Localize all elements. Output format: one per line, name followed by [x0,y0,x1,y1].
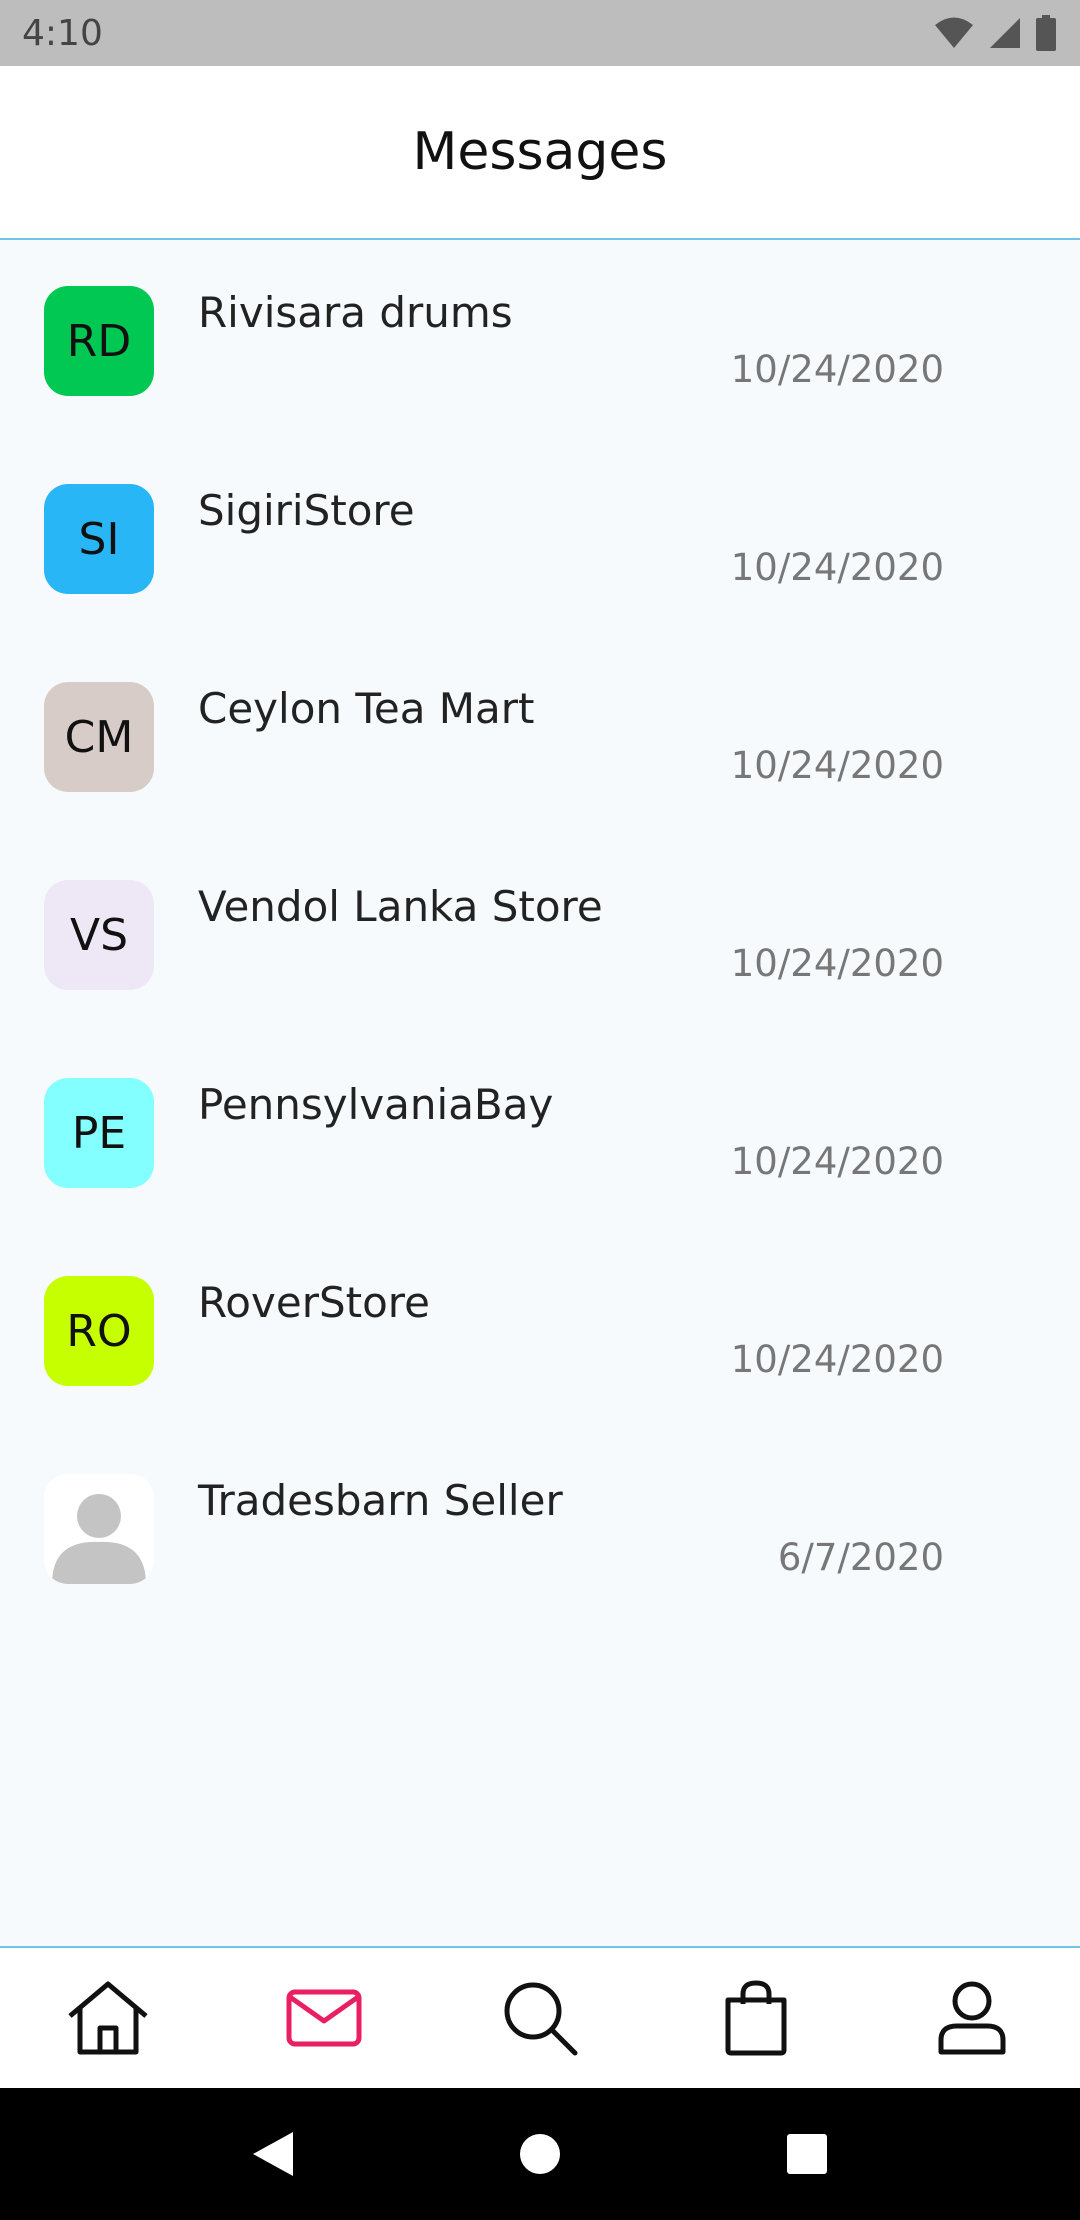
status-time: 4:10 [22,12,103,54]
conversation-name: PennsylvaniaBay [198,1080,554,1129]
conversation-name: Vendol Lanka Store [198,882,603,931]
search-icon [504,1982,578,2056]
avatar: SI [44,484,154,594]
nav-cart-button[interactable] [696,1958,816,2078]
home-circle-icon [519,2134,560,2174]
user-icon [938,1981,1006,2055]
nav-home-button[interactable] [48,1958,168,2078]
mail-icon [286,1989,362,2047]
avatar-initials: VS [69,909,129,961]
nav-profile-button[interactable] [912,1958,1032,2078]
status-bar: 4:10 [0,0,1080,66]
app-header: Messages [0,66,1080,240]
avatar-initials: RD [66,315,132,367]
conversation-list: RD Rivisara drums 10/24/2020 SI SigiriSt… [0,240,1080,1626]
conversation-date: 10/24/2020 [730,1338,944,1381]
avatar: CM [44,682,154,792]
avatar [44,1474,154,1584]
system-recents-button[interactable] [757,2104,857,2204]
back-triangle-icon [253,2132,294,2176]
avatar: VS [44,880,154,990]
conversation-name: Ceylon Tea Mart [198,684,535,733]
nav-search-button[interactable] [480,1958,600,2078]
avatar-initials: PE [71,1107,127,1159]
battery-icon [1036,15,1056,51]
recents-square-icon [786,2134,827,2174]
system-nav-bar [0,2088,1080,2220]
conversation-item[interactable]: SI SigiriStore 10/24/2020 [0,438,1080,636]
conversation-item[interactable]: RD Rivisara drums 10/24/2020 [0,240,1080,438]
conversation-name: Rivisara drums [198,288,513,337]
conversation-name: Tradesbarn Seller [198,1476,563,1525]
home-icon [68,1981,148,2055]
conversation-item[interactable]: RO RoverStore 10/24/2020 [0,1230,1080,1428]
conversation-date: 10/24/2020 [730,1140,944,1183]
avatar: RO [44,1276,154,1386]
conversation-date: 10/24/2020 [730,942,944,985]
system-home-button[interactable] [490,2104,590,2204]
conversation-name: SigiriStore [198,486,415,535]
conversation-date: 10/24/2020 [730,744,944,787]
avatar: PE [44,1078,154,1188]
conversation-date: 10/24/2020 [730,546,944,589]
wifi-icon [935,17,973,48]
avatar-initials: SI [78,513,120,565]
conversation-name: RoverStore [198,1278,430,1327]
conversation-item[interactable]: VS Vendol Lanka Store 10/24/2020 [0,834,1080,1032]
system-back-button[interactable] [223,2104,323,2204]
conversation-date: 10/24/2020 [730,348,944,391]
status-icons [934,15,1056,51]
conversation-date: 6/7/2020 [777,1536,944,1579]
avatar-initials: RO [66,1305,132,1357]
nav-messages-button[interactable] [264,1958,384,2078]
signal-icon [990,18,1020,48]
page-title: Messages [412,122,668,182]
conversation-item[interactable]: CM Ceylon Tea Mart 10/24/2020 [0,636,1080,834]
conversation-item[interactable]: Tradesbarn Seller 6/7/2020 [0,1428,1080,1626]
avatar: RD [44,286,154,396]
conversation-item[interactable]: PE PennsylvaniaBay 10/24/2020 [0,1032,1080,1230]
bottom-nav [0,1946,1080,2088]
shopping-bag-icon [725,1980,787,2056]
default-user-icon [52,1494,146,1584]
avatar-initials: CM [64,711,134,763]
